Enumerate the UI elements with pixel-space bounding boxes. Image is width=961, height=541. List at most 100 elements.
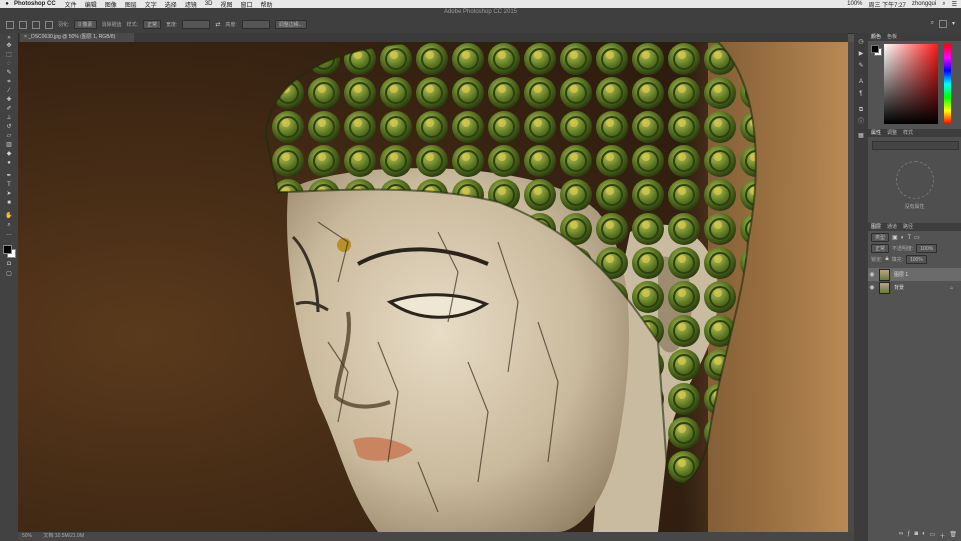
tab-adjustments[interactable]: 调整 [887,129,897,137]
blend-mode-select[interactable]: 正常 [871,244,890,253]
quick-select-icon[interactable]: ✎ [5,70,13,77]
color-panel-swatch[interactable] [871,45,882,56]
style-select[interactable]: 正常 [142,20,161,29]
fx-icon[interactable]: ƒ [907,531,910,541]
path-select-icon[interactable]: ➤ [5,191,13,198]
tab-properties[interactable]: 属性 [871,129,881,137]
mask-icon[interactable]: ◙ [914,531,918,541]
menu-3d[interactable]: 3D [205,1,213,7]
fg-bg-color-swatch[interactable] [3,245,16,258]
width-input[interactable] [182,20,211,29]
hue-slider[interactable] [944,44,951,124]
toolbar-collapse-icon[interactable]: » [5,35,13,42]
adjustment-layer-icon[interactable]: ◐ [922,531,926,541]
document-tab[interactable]: × _DSC0630.jpg @ 50% (图层 1, RGB/8) [20,33,134,42]
eraser-icon[interactable]: ▱ [5,133,13,140]
foreground-color[interactable] [3,245,12,254]
fill-input[interactable]: 100% [905,255,927,264]
layer-name[interactable]: 背景 [894,284,904,291]
layer-kind-select[interactable]: 类型 [871,233,890,242]
user-name[interactable]: zhongqui [912,1,936,7]
screen-mode-icon[interactable]: ▢ [5,271,13,278]
panel-fg-color[interactable] [871,45,879,53]
layer-row[interactable]: ◉ 背景 ⌂ [868,281,961,294]
swatches-icon[interactable]: ▦ [857,133,865,140]
layer-comp-icon[interactable]: ⧉ [857,107,865,114]
properties-dropdown[interactable] [872,141,959,150]
document-canvas[interactable] [18,42,848,532]
tab-color[interactable]: 颜色 [871,33,881,41]
subtract-selection-icon[interactable] [45,20,53,29]
history-icon[interactable]: ◷ [857,39,865,46]
document-info[interactable]: 文档:10.5M/21.0M [43,533,84,539]
height-input[interactable] [241,20,270,29]
tool-preset-icon[interactable] [6,20,14,29]
refine-edge-button[interactable]: 调整边缘... [274,20,307,29]
menu-app-name[interactable]: Photoshop CC [14,1,56,7]
opacity-input[interactable]: 100% [916,244,938,253]
notification-icon[interactable]: ☰ [952,1,957,8]
dodge-icon[interactable]: ● [5,160,13,167]
layers-panel: 图层 通道 路径 类型 ▣ ◐ T ▭ 正常 不透明度: 100% 锁定: 🔒︎… [868,223,961,541]
filter-shape-icon[interactable]: ▭ [914,234,920,241]
hand-icon[interactable]: ✋ [5,213,13,220]
blur-icon[interactable]: ◆ [5,151,13,158]
visibility-eye-icon[interactable]: ◉ [868,284,876,291]
filter-pixel-icon[interactable]: ▣ [892,234,898,241]
lasso-icon[interactable]: ◌ [5,61,13,68]
filter-adjust-icon[interactable]: ◐ [901,235,905,241]
filter-type-icon[interactable]: T [907,235,911,241]
style-label: 样式: [126,22,138,28]
link-layers-icon[interactable]: ∞ [899,531,903,541]
healing-icon[interactable]: ✚ [5,97,13,104]
pen-icon[interactable]: ✒ [5,173,13,180]
shape-icon[interactable]: ■ [5,200,13,207]
group-icon[interactable]: ▭ [930,531,936,541]
paragraph-icon[interactable]: ¶ [857,91,865,98]
layer-name[interactable]: 图层 1 [894,271,908,278]
new-selection-icon[interactable] [19,20,27,29]
brush-preset-icon[interactable]: ✎ [857,63,865,70]
lock-icon[interactable]: ⌂ [950,285,953,291]
expand-icon[interactable]: ▾ [952,20,955,28]
eyedropper-icon[interactable]: ⁄ [5,88,13,95]
more-tools-icon[interactable]: … [5,231,13,238]
history-brush-icon[interactable]: ↺ [5,124,13,131]
type-icon[interactable]: T [5,182,13,189]
info-icon[interactable]: ⓘ [857,119,865,126]
layer-row[interactable]: ◉ 图层 1 [868,268,961,281]
document-tab-label: _DSC0630.jpg @ 50% (图层 1, RGB/8) [28,34,116,40]
crop-icon[interactable]: ⌗ [5,79,13,86]
lock-icon[interactable]: 🔒︎ [885,256,888,263]
quick-mask-icon[interactable]: ◘ [5,261,13,268]
blend-row: 正常 不透明度: 100% [871,244,938,253]
clone-icon[interactable]: ⊥ [5,115,13,122]
search-icon[interactable]: ⌕ [931,20,934,28]
zoom-icon[interactable]: ⌕ [5,222,13,229]
color-field[interactable] [884,44,938,124]
move-icon[interactable]: ✥ [5,43,13,50]
spotlight-icon[interactable]: ⌕ [942,1,945,8]
actions-icon[interactable]: ▶ [857,51,865,58]
brush-icon[interactable]: ✐ [5,106,13,113]
delete-layer-icon[interactable]: 🗑︎ [949,531,957,541]
add-selection-icon[interactable] [32,20,40,29]
tab-swatches[interactable]: 色板 [887,33,897,41]
width-label: 宽度: [165,22,178,28]
new-layer-icon[interactable]: ＋ [939,531,945,541]
close-icon[interactable]: × [24,34,27,40]
workspace-icon[interactable] [938,20,947,28]
antialias-checkbox[interactable]: 消除锯齿 [102,21,122,28]
swap-icon[interactable]: ⇄ [215,21,220,28]
feather-input[interactable]: 0 像素 [74,20,97,29]
character-icon[interactable]: A [857,79,865,86]
tab-layers[interactable]: 图层 [871,223,881,231]
apple-icon[interactable]: ● [0,1,14,7]
visibility-eye-icon[interactable]: ◉ [868,271,876,278]
gradient-icon[interactable]: ▥ [5,142,13,149]
tab-styles[interactable]: 样式 [903,129,913,137]
zoom-level[interactable]: 50% [22,533,32,539]
tab-paths[interactable]: 路径 [903,223,913,231]
marquee-icon[interactable]: ⬚ [5,52,13,59]
tab-channels[interactable]: 通道 [887,223,897,231]
